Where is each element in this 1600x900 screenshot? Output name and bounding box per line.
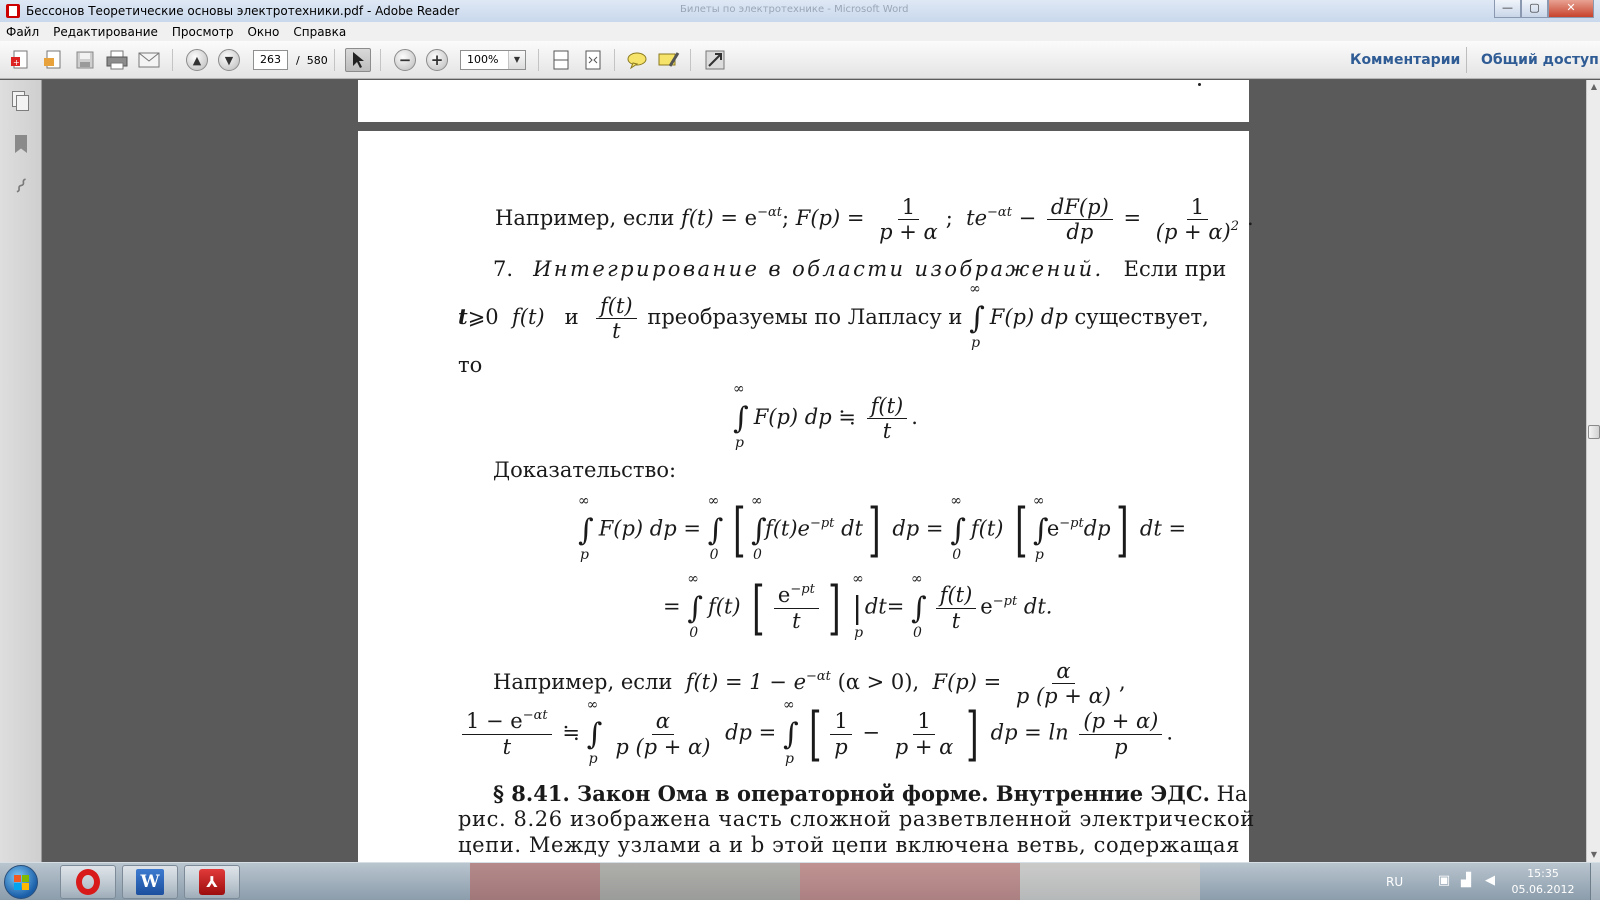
menu-bar: Файл Редактирование Просмотр Окно Справк…: [0, 22, 1600, 41]
comments-link[interactable]: Комментарии: [1350, 52, 1460, 68]
desktop-background: [470, 863, 600, 900]
toolbar-separator: [172, 49, 173, 71]
total-pages: 580: [306, 54, 328, 67]
page-separator: /: [296, 54, 300, 67]
zoom-in-icon[interactable]: +: [426, 49, 448, 71]
window-controls: — ▢ ✕: [1494, 0, 1594, 18]
pdf-page: Например, если f(t) = e−αt; F(p) = 1p + …: [358, 131, 1254, 862]
menu-edit[interactable]: Редактирование: [53, 25, 158, 39]
window-title: Бессонов Теоретические основы электротех…: [26, 4, 460, 18]
maximize-button[interactable]: ▢: [1521, 0, 1548, 18]
menu-view[interactable]: Просмотр: [172, 25, 234, 39]
zoom-out-icon[interactable]: −: [394, 49, 416, 71]
paragraph-7-condition: t⩾0 f(t) и f(t) t преобразуемы по Лапласу…: [458, 281, 1209, 352]
attachments-icon[interactable]: ⌇: [10, 173, 32, 198]
toolbar-separator: [690, 49, 691, 71]
svg-text:+: +: [13, 58, 20, 67]
start-button[interactable]: [4, 865, 38, 899]
example-line-1: Например, если f(t) = e−αt; F(p) = 1p + …: [495, 195, 1254, 245]
create-pdf-icon[interactable]: +: [8, 48, 34, 72]
page-total: / 580: [296, 54, 328, 67]
opera-icon: [76, 869, 100, 895]
scroll-down-icon[interactable]: ▼: [1587, 848, 1600, 862]
title-bar: Бессонов Теоретические основы электротех…: [0, 0, 1600, 22]
edit-pdf-icon[interactable]: [40, 48, 66, 72]
clock-time: 15:35: [1527, 867, 1559, 880]
fit-page-icon[interactable]: [548, 48, 574, 72]
toolbar: + ▲ ▼ 263 / 580 − + 100% ▼ Комментарии О…: [0, 41, 1600, 79]
proof-line-2: = ∫ ∞ 0 f(t) [e−pt t] | ∞ p dt= ∫ ∞ 0 f(t) t e−pt…: [663, 570, 1053, 642]
menu-file[interactable]: Файл: [6, 25, 39, 39]
clock-date: 05.06.2012: [1511, 883, 1575, 896]
show-desktop-button[interactable]: [1590, 863, 1600, 900]
background-window-title: Билеты по электротехнике - Microsoft Wor…: [680, 4, 909, 15]
word-taskbar-button[interactable]: W: [122, 865, 178, 899]
network-icon[interactable]: ▣: [1436, 874, 1452, 888]
menu-help[interactable]: Справка: [293, 25, 346, 39]
scroll-up-icon[interactable]: ▲: [1587, 80, 1600, 94]
section-heading: § 8.41. Закон Ома в операторной форме. В…: [493, 781, 1248, 806]
comment-icon[interactable]: [624, 48, 650, 72]
print-icon[interactable]: [104, 48, 130, 72]
signal-icon[interactable]: ▟: [1458, 874, 1474, 888]
desktop-background: [600, 863, 800, 900]
adobe-reader-taskbar-button[interactable]: ⅄: [184, 865, 240, 899]
fit-width-icon[interactable]: [580, 48, 606, 72]
desktop-background: [800, 863, 1020, 900]
taskbar: W ⅄ RU ▣ ▟ ◀ 15:35 05.06.2012: [0, 862, 1600, 900]
highlight-icon[interactable]: [656, 48, 682, 72]
page-number-input[interactable]: 263: [253, 50, 288, 70]
select-tool-icon[interactable]: [345, 48, 371, 72]
bookmarks-icon[interactable]: [10, 132, 32, 156]
menu-window[interactable]: Окно: [247, 25, 279, 39]
previous-page-icon[interactable]: ▲: [186, 49, 208, 71]
share-link[interactable]: Общий доступ: [1481, 52, 1599, 68]
toolbar-separator: [538, 49, 539, 71]
clock[interactable]: 15:35 05.06.2012: [1508, 866, 1578, 898]
page-thumbnails-icon[interactable]: [10, 90, 32, 114]
adobe-reader-icon: ⅄: [199, 869, 225, 895]
next-page-icon[interactable]: ▼: [218, 49, 240, 71]
example-2-line-2: 1 − e−αt t ≒ ∫ ∞ p αp (p + α) dp = ∫ ∞ p [1 p …: [458, 697, 1173, 767]
toolbar-separator: [1466, 47, 1467, 73]
previous-page-bottom: [358, 80, 1249, 122]
section-text-line-2: рис. 8.26 изображена часть сложной разве…: [458, 807, 1255, 831]
zoom-value: 100%: [467, 53, 499, 66]
toolbar-separator: [614, 49, 615, 71]
opera-taskbar-button[interactable]: [60, 865, 116, 899]
expand-icon[interactable]: [702, 48, 728, 72]
document-viewer[interactable]: Например, если f(t) = e−αt; F(p) = 1p + …: [43, 80, 1586, 862]
toolbar-separator: [334, 49, 335, 71]
desktop-background: [1020, 863, 1200, 900]
scrollbar-thumb[interactable]: [1588, 425, 1600, 439]
paragraph-7-to: то: [458, 353, 483, 377]
email-icon[interactable]: [136, 48, 162, 72]
chevron-down-icon[interactable]: ▼: [508, 51, 525, 69]
toolbar-separator: [380, 49, 381, 71]
formula-main: ∫ ∞ p F(p) dp ≒ f(t) t.: [733, 381, 918, 452]
vertical-scrollbar[interactable]: ▲ ▼: [1586, 80, 1600, 862]
minimize-button[interactable]: —: [1494, 0, 1521, 18]
proof-label: Доказательство:: [493, 458, 677, 482]
word-icon: W: [136, 869, 164, 895]
paragraph-7-heading: 7. Интегрирование в области изображений.…: [493, 257, 1227, 281]
save-icon[interactable]: [72, 48, 98, 72]
zoom-select[interactable]: 100% ▼: [460, 50, 526, 70]
navigation-pane: ⌇: [0, 80, 42, 862]
language-indicator[interactable]: RU: [1386, 875, 1403, 889]
proof-line-1: ∫ ∞ p F(p) dp = ∫ ∞ 0 [∫ ∞ 0 f(t)e−pt dt] dp = …: [578, 492, 1187, 564]
volume-icon[interactable]: ◀: [1482, 874, 1498, 888]
close-button[interactable]: ✕: [1548, 0, 1594, 18]
pdf-file-icon: [6, 4, 20, 18]
section-text-line-3: цепи. Между узлами a и b этой цепи включ…: [458, 833, 1240, 857]
